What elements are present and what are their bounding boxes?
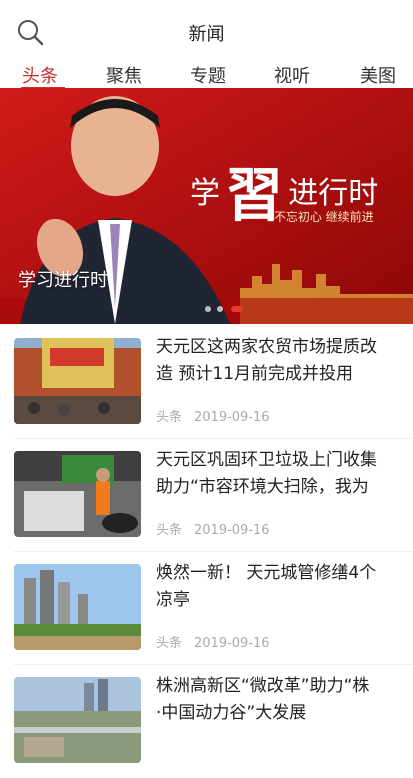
carousel-dot-active[interactable]: [231, 306, 243, 312]
news-category: 头条: [156, 410, 183, 425]
tab-zhuanti[interactable]: 专题: [190, 62, 226, 88]
news-date: 2019-09-16: [194, 636, 270, 651]
carousel-dot[interactable]: [205, 306, 211, 312]
news-title-line: 焕然一新！ 天元城管修缮4个: [156, 563, 377, 583]
news-title-line: 株洲高新区“微改革”助力“株: [156, 676, 370, 696]
news-title-line: ·中国动力谷”大发展: [156, 703, 307, 723]
news-title-line: 助力“市容环境大扫除，我为: [156, 477, 369, 497]
news-category: 头条: [156, 636, 183, 651]
app-header: 新闻: [0, 0, 413, 60]
news-meta: 头条 2019-09-16: [156, 632, 270, 651]
news-category: 头条: [156, 523, 183, 538]
news-date: 2019-09-16: [194, 410, 270, 425]
news-title-line: 天元区这两家农贸市场提质改: [156, 337, 377, 357]
banner-slogan: — 不忘初心 继续前进: [258, 210, 374, 224]
news-item[interactable]: 焕然一新！ 天元城管修缮4个 凉亭 头条 2019-09-16: [0, 552, 413, 665]
tab-toutiao[interactable]: 头条: [22, 62, 58, 88]
tab-jujiao[interactable]: 聚焦: [106, 62, 142, 88]
news-title-line: 天元区巩固环卫垃圾上门收集: [156, 450, 377, 470]
news-thumbnail: [14, 451, 141, 537]
tab-meitu[interactable]: 美图: [360, 62, 396, 88]
news-meta: 头条 2019-09-16: [156, 406, 270, 425]
news-date: 2019-09-16: [194, 523, 270, 538]
news-title: 株洲高新区“微改革”助力“株 ·中国动力谷”大发展: [156, 673, 413, 727]
tab-shiting[interactable]: 视听: [274, 62, 310, 88]
news-title: 天元区这两家农贸市场提质改 造 预计11月前完成并投用: [156, 334, 413, 388]
news-item[interactable]: 天元区巩固环卫垃圾上门收集 助力“市容环境大扫除，我为 头条 2019-09-16: [0, 439, 413, 552]
news-thumbnail: [14, 564, 141, 650]
news-title: 天元区巩固环卫垃圾上门收集 助力“市容环境大扫除，我为: [156, 447, 413, 501]
news-title: 焕然一新！ 天元城管修缮4个 凉亭: [156, 560, 413, 614]
news-meta: 头条 2019-09-16: [156, 519, 270, 538]
news-title-line: 凉亭: [156, 590, 190, 610]
banner-headline-rest: 进行时: [288, 176, 379, 211]
news-title-line: 造 预计11月前完成并投用: [156, 364, 354, 384]
news-thumbnail: [14, 338, 141, 424]
banner-caption: 学习进行时: [18, 270, 108, 291]
news-item[interactable]: 株洲高新区“微改革”助力“株 ·中国动力谷”大发展: [0, 665, 413, 778]
news-item[interactable]: 天元区这两家农贸市场提质改 造 预计11月前完成并投用 头条 2019-09-16: [0, 326, 413, 439]
carousel-dot[interactable]: [217, 306, 223, 312]
banner-headline-xue: 学: [190, 176, 220, 211]
news-thumbnail: [14, 677, 141, 763]
page-title: 新闻: [188, 24, 225, 45]
